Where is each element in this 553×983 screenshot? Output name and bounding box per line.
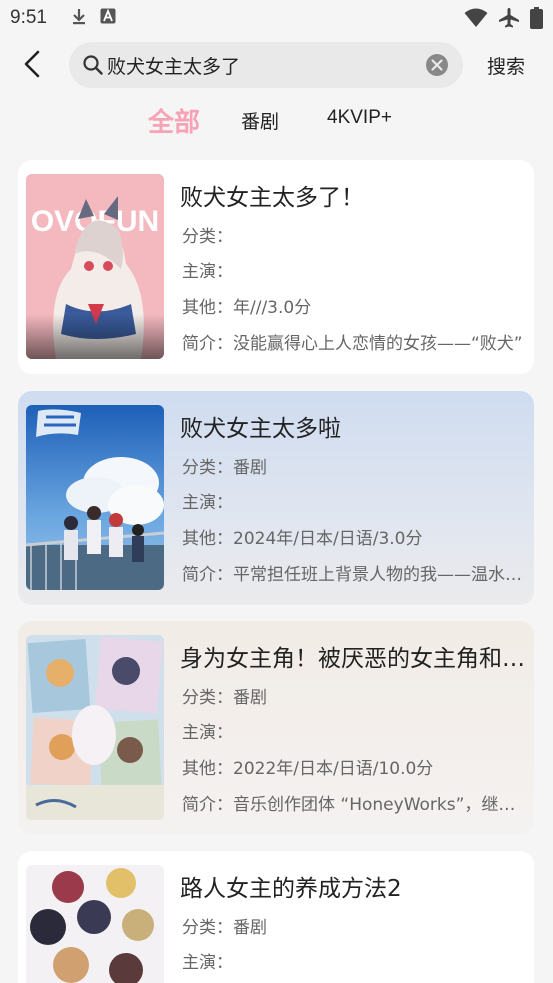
- category-label: 分类：: [182, 227, 233, 247]
- other-value: 2024年/日本/日语/3.0分: [233, 529, 423, 549]
- other-label: 其他：: [182, 298, 233, 318]
- tab-anime[interactable]: 番剧: [241, 107, 279, 134]
- clear-search-icon[interactable]: [425, 53, 449, 77]
- result-cast: 主演：: [182, 257, 525, 282]
- other-label: 其他：: [182, 759, 233, 779]
- result-other: 其他：2022年/日本/日语/10.0分: [182, 754, 525, 779]
- tab-all[interactable]: 全部: [148, 102, 200, 139]
- a-icon: [100, 8, 116, 24]
- intro-label: 简介：: [182, 334, 233, 354]
- back-button[interactable]: [16, 48, 48, 80]
- airplane-icon: [499, 8, 519, 28]
- result-title: 败犬女主太多了！: [180, 185, 364, 211]
- intro-value: 平常担任班上背景人物的我——温水和彦: [233, 565, 525, 585]
- battery-icon: [530, 7, 543, 29]
- result-category: 分类：番剧: [182, 453, 525, 478]
- intro-label: 简介：: [182, 795, 233, 815]
- cast-label: 主演：: [182, 723, 233, 743]
- status-notifications: [70, 8, 116, 26]
- result-cast: 主演：: [182, 948, 525, 973]
- result-title: 败犬女主太多啦: [180, 416, 341, 442]
- download-icon: [73, 9, 85, 25]
- result-cast: 主演：: [182, 718, 525, 743]
- search-button[interactable]: 搜索: [487, 52, 525, 79]
- tab-4kvip[interactable]: 4KVIP+: [327, 107, 392, 129]
- intro-label: 简介：: [182, 565, 233, 585]
- category-label: 分类：: [182, 458, 233, 478]
- result-title: 路人女主的养成方法2: [180, 876, 402, 902]
- status-time: 9:51: [10, 7, 47, 28]
- search-input[interactable]: [107, 42, 417, 88]
- status-system-icons: [464, 7, 543, 29]
- other-value: 2022年/日本/日语/10.0分: [233, 759, 434, 779]
- result-card[interactable]: 身为女主角！被厌恶的女主角和秘密的工作 分类：番剧 主演： 其他：2022年/日…: [18, 621, 534, 835]
- result-category: 分类：番剧: [182, 913, 525, 938]
- category-value: 番剧: [233, 458, 267, 478]
- result-category: 分类：: [182, 222, 525, 247]
- result-cast: 主演：: [182, 488, 525, 513]
- status-bar: 9:51: [0, 0, 553, 36]
- cast-label: 主演：: [182, 262, 233, 282]
- result-title: 身为女主角！被厌恶的女主角和秘密的工作: [180, 646, 525, 672]
- poster-image: [26, 865, 164, 983]
- category-tabs: 全部 番剧 4KVIP+: [0, 100, 553, 140]
- result-card[interactable]: 败犬女主太多啦 分类：番剧 主演： 其他：2024年/日本/日语/3.0分 简介…: [18, 391, 534, 605]
- category-label: 分类：: [182, 918, 233, 938]
- poster-image: OVOFUN: [26, 174, 164, 359]
- poster-art: [26, 635, 164, 820]
- cast-label: 主演：: [182, 493, 233, 513]
- poster-art: [26, 865, 164, 983]
- result-intro: 简介：音乐创作团体 “HoneyWorks”，继续创作: [182, 790, 525, 815]
- search-icon: [83, 55, 103, 75]
- intro-value: 音乐创作团体 “HoneyWorks”，继续创作: [233, 795, 525, 815]
- result-other: 其他：2024年/日本/日语/3.0分: [182, 524, 525, 549]
- result-intro: 简介：没能赢得心上人恋情的女孩——“败犬”: [182, 329, 525, 354]
- other-label: 其他：: [182, 529, 233, 549]
- result-card[interactable]: 路人女主的养成方法2 分类：番剧 主演：: [18, 851, 534, 983]
- category-value: 番剧: [233, 918, 267, 938]
- search-box[interactable]: [69, 42, 463, 88]
- wifi-icon: [464, 8, 488, 27]
- poster-art: [26, 405, 164, 590]
- category-label: 分类：: [182, 688, 233, 708]
- poster-art: OVOFUN: [26, 174, 164, 359]
- poster-image: [26, 635, 164, 820]
- result-card[interactable]: OVOFUN 败犬女主太多了！ 分类： 主演： 其他：年///3.0分 简介：没…: [18, 160, 534, 374]
- other-value: 年///3.0分: [233, 298, 312, 318]
- intro-value: 没能赢得心上人恋情的女孩——“败犬”: [233, 334, 523, 354]
- category-value: 番剧: [233, 688, 267, 708]
- chevron-left-icon: [24, 50, 40, 78]
- cast-label: 主演：: [182, 953, 233, 973]
- result-category: 分类：番剧: [182, 683, 525, 708]
- search-header: 搜索: [0, 38, 553, 94]
- result-intro: 简介：平常担任班上背景人物的我——温水和彦: [182, 560, 525, 585]
- poster-image: [26, 405, 164, 590]
- result-other: 其他：年///3.0分: [182, 293, 525, 318]
